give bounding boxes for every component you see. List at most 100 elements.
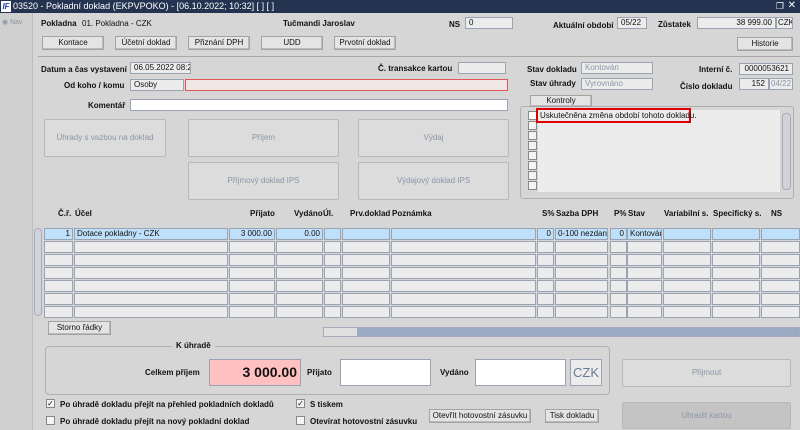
table-cell[interactable] [663, 306, 711, 318]
table-cell[interactable] [537, 280, 554, 292]
prehled-checkbox[interactable]: ✓ [46, 399, 55, 408]
table-cell[interactable] [74, 293, 228, 305]
checkbox[interactable] [528, 151, 537, 160]
table-cell[interactable] [391, 241, 536, 253]
historie-button[interactable]: Historie [737, 37, 793, 51]
vydajovy-ips-button[interactable]: Výdajový doklad IPS [358, 162, 509, 200]
table-cell[interactable]: Kontován [627, 228, 662, 240]
table-cell[interactable] [537, 267, 554, 279]
table-cell[interactable] [324, 306, 341, 318]
checkbox[interactable] [528, 181, 537, 190]
table-cell[interactable] [342, 293, 390, 305]
table-cell[interactable] [44, 267, 73, 279]
table-cell[interactable] [276, 293, 323, 305]
scrollbar-thumb[interactable] [324, 328, 357, 336]
table-cell[interactable] [324, 254, 341, 266]
table-cell[interactable] [627, 306, 662, 318]
table-cell[interactable]: 3 000.00 [229, 228, 275, 240]
uhrady-button[interactable]: Úhrady s vazbou na doklad [44, 119, 166, 157]
kontace-button[interactable]: Kontace [42, 36, 104, 50]
prijmout-button[interactable]: Přijmout [622, 359, 791, 387]
table-cell[interactable] [44, 293, 73, 305]
datum-input[interactable]: 06.05.2022 08:22 [130, 62, 191, 74]
table-cell[interactable]: 0 [610, 228, 627, 240]
horizontal-scrollbar[interactable] [323, 327, 800, 337]
table-scrollbar[interactable] [34, 228, 42, 316]
restore-icon[interactable]: ❐ [776, 1, 784, 12]
obdobi-input[interactable]: 05/22 [617, 17, 647, 29]
table-cell[interactable] [324, 280, 341, 292]
checkbox[interactable] [528, 131, 537, 140]
table-cell[interactable] [627, 241, 662, 253]
table-cell[interactable] [663, 293, 711, 305]
table-cell[interactable] [712, 280, 760, 292]
table-cell[interactable] [537, 306, 554, 318]
transakce-input[interactable] [458, 62, 506, 74]
table-cell[interactable] [74, 306, 228, 318]
table-cell[interactable] [555, 241, 608, 253]
table-cell[interactable]: 0-100 nezdanitelné [555, 228, 608, 240]
vydaj-button[interactable]: Výdaj [358, 119, 509, 157]
table-cell[interactable] [712, 306, 760, 318]
table-cell[interactable] [712, 241, 760, 253]
table-cell[interactable] [610, 280, 627, 292]
table-cell[interactable] [610, 293, 627, 305]
table-cell[interactable] [44, 280, 73, 292]
prijmovy-ips-button[interactable]: Příjmový doklad IPS [188, 162, 339, 200]
table-cell[interactable] [276, 306, 323, 318]
table-cell[interactable] [74, 254, 228, 266]
table-cell[interactable] [391, 254, 536, 266]
table-cell[interactable] [342, 241, 390, 253]
table-cell[interactable] [712, 267, 760, 279]
table-cell[interactable] [229, 280, 275, 292]
close-icon[interactable]: ✕ [788, 0, 796, 11]
table-cell[interactable] [712, 293, 760, 305]
table-cell[interactable] [761, 228, 800, 240]
table-cell[interactable] [276, 267, 323, 279]
table-cell[interactable] [44, 241, 73, 253]
table-cell[interactable] [324, 241, 341, 253]
table-cell[interactable] [555, 306, 608, 318]
table-cell[interactable] [74, 241, 228, 253]
table-cell[interactable] [342, 254, 390, 266]
checkbox[interactable] [528, 171, 537, 180]
table-cell[interactable] [324, 293, 341, 305]
table-cell[interactable] [537, 241, 554, 253]
table-cell[interactable] [342, 306, 390, 318]
table-cell[interactable] [391, 293, 536, 305]
table-cell[interactable] [663, 241, 711, 253]
nav-button[interactable]: ◉ Nav [2, 18, 23, 26]
prvotni-doklad-button[interactable]: Prvotní doklad [334, 36, 396, 50]
tisk-dokladu-button[interactable]: Tisk dokladu [545, 409, 599, 423]
table-cell[interactable] [627, 280, 662, 292]
table-cell[interactable] [44, 254, 73, 266]
table-cell[interactable] [663, 254, 711, 266]
table-cell[interactable] [610, 267, 627, 279]
table-cell[interactable] [610, 306, 627, 318]
table-cell[interactable] [663, 280, 711, 292]
prijem-button[interactable]: Příjem [188, 119, 339, 157]
tab-kontroly[interactable]: Kontroly [530, 95, 592, 107]
table-cell[interactable] [324, 228, 341, 240]
table-cell[interactable] [229, 306, 275, 318]
table-cell[interactable] [342, 228, 390, 240]
table-cell[interactable] [761, 306, 800, 318]
table-cell[interactable] [712, 254, 760, 266]
table-cell[interactable] [610, 241, 627, 253]
table-cell[interactable] [342, 280, 390, 292]
table-cell[interactable] [761, 267, 800, 279]
table-cell[interactable]: Dotace pokladny - CZK [74, 228, 228, 240]
table-cell[interactable] [663, 267, 711, 279]
table-cell[interactable] [761, 280, 800, 292]
odkoho-input[interactable] [185, 79, 508, 91]
table-cell[interactable] [555, 267, 608, 279]
komentar-input[interactable] [130, 99, 508, 111]
table-cell[interactable] [761, 293, 800, 305]
tisk-checkbox[interactable]: ✓ [296, 399, 305, 408]
table-cell[interactable] [391, 267, 536, 279]
table-cell[interactable] [74, 280, 228, 292]
checkbox[interactable] [528, 141, 537, 150]
table-cell[interactable] [627, 267, 662, 279]
table-cell[interactable] [276, 241, 323, 253]
odkoho-type[interactable]: Osoby [130, 79, 184, 91]
